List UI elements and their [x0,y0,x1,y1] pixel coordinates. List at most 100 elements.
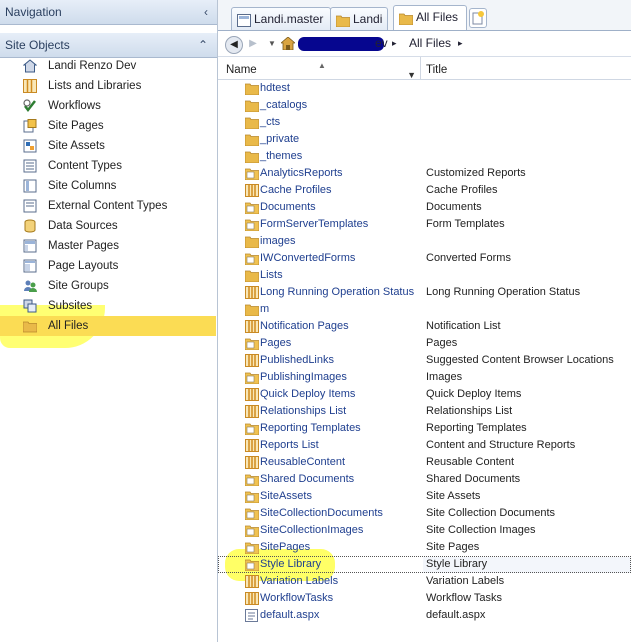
site-object-external-content-types[interactable]: External Content Types [0,196,216,216]
tab-landi[interactable]: Landi [330,7,388,30]
site-object-page-layouts[interactable]: Page Layouts [0,256,216,276]
file-row[interactable]: hdtest [218,80,631,97]
file-row[interactable]: Long Running Operation Status Long Runnin… [218,284,631,301]
file-name[interactable]: Style Library [260,556,321,573]
home-icon[interactable] [279,36,297,53]
file-name[interactable]: Long Running Operation Status [260,284,414,301]
breadcrumb-all-files[interactable]: All Files [409,31,451,56]
tab-landi-master[interactable]: Landi.master [231,7,331,30]
file-row[interactable]: Reports List Content and Structure Report… [218,437,631,454]
file-name[interactable]: Reports List [260,437,319,454]
file-name[interactable]: Shared Documents [260,471,354,488]
file-name[interactable]: Pages [260,335,291,352]
site-object-workflows[interactable]: Workflows [0,96,216,116]
file-name[interactable]: PublishingImages [260,369,347,386]
file-row[interactable]: SitePages Site Pages [218,539,631,556]
master-icon [23,239,37,253]
site-object-site-groups[interactable]: Site Groups [0,276,216,296]
file-row[interactable]: _private [218,131,631,148]
file-name[interactable]: m [260,301,269,318]
file-row[interactable]: SiteCollectionImages Site Collection Imag… [218,522,631,539]
file-name[interactable]: ReusableContent [260,454,345,471]
site-object-site-pages[interactable]: Site Pages [0,116,216,136]
file-title: Workflow Tasks [426,592,503,604]
file-row[interactable]: Variation Labels Variation Labels [218,573,631,590]
file-row[interactable]: PublishingImages Images [218,369,631,386]
file-name[interactable]: SiteAssets [260,488,312,505]
file-row[interactable]: Pages Pages [218,335,631,352]
file-row[interactable]: IWConvertedForms Converted Forms [218,250,631,267]
file-name[interactable]: _themes [260,148,302,165]
site-object-all-files[interactable]: All Files [0,316,216,336]
file-name[interactable]: SiteCollectionDocuments [260,505,383,522]
file-row[interactable]: Style Library Style Library [218,556,631,573]
breadcrumb-site[interactable]: ev [375,31,388,56]
file-name[interactable]: IWConvertedForms [260,250,355,267]
site-object-site-columns[interactable]: Site Columns [0,176,216,196]
file-name[interactable]: images [260,233,295,250]
file-row[interactable]: Notification Pages Notification List [218,318,631,335]
file-name[interactable]: SiteCollectionImages [260,522,363,539]
file-row[interactable]: FormServerTemplates Form Templates [218,216,631,233]
file-row[interactable]: Relationships List Relationships List [218,403,631,420]
file-row[interactable]: PublishedLinks Suggested Content Browser … [218,352,631,369]
file-row[interactable]: AnalyticsReports Customized Reports [218,165,631,182]
site-object-landi-renzo-dev[interactable]: Landi Renzo Dev [0,56,216,76]
site-object-label: Data Sources [48,220,118,232]
master-page-icon [237,12,251,27]
column-header-name[interactable]: ▲ Name ▼ [218,57,421,80]
file-name[interactable]: AnalyticsReports [260,165,343,182]
history-dropdown-icon[interactable]: ▼ [264,36,280,52]
new-tab-icon[interactable] [469,8,487,28]
site-object-data-sources[interactable]: Data Sources [0,216,216,236]
file-row[interactable]: _catalogs [218,97,631,114]
file-name[interactable]: Reporting Templates [260,420,361,437]
file-row[interactable]: Shared Documents Shared Documents [218,471,631,488]
forward-icon[interactable]: ▶ [245,36,261,52]
file-row[interactable]: Quick Deploy Items Quick Deploy Items [218,386,631,403]
collapse-navigation-icon[interactable]: ‹ [204,0,208,24]
file-row[interactable]: SiteCollectionDocuments Site Collection D… [218,505,631,522]
site-object-lists-and-libraries[interactable]: Lists and Libraries [0,76,216,96]
file-name[interactable]: default.aspx [260,607,319,624]
back-icon[interactable]: ◀ [225,36,243,54]
site-objects-header[interactable]: Site Objects ⌃ [0,33,217,58]
site-object-content-types[interactable]: Content Types [0,156,216,176]
site-object-master-pages[interactable]: Master Pages [0,236,216,256]
file-row[interactable]: Lists [218,267,631,284]
file-row[interactable]: _cts [218,114,631,131]
site-object-site-assets[interactable]: Site Assets [0,136,216,156]
file-row[interactable]: Cache Profiles Cache Profiles [218,182,631,199]
file-name[interactable]: _cts [260,114,280,131]
file-name[interactable]: Lists [260,267,283,284]
breadcrumb-trail-icon[interactable]: ▸ [458,31,463,56]
file-row[interactable]: Reporting Templates Reporting Templates [218,420,631,437]
file-row[interactable]: Documents Documents [218,199,631,216]
file-name[interactable]: _private [260,131,299,148]
file-name[interactable]: hdtest [260,80,290,97]
file-name[interactable]: Variation Labels [260,573,338,590]
file-name[interactable]: FormServerTemplates [260,216,368,233]
file-row[interactable]: ReusableContent Reusable Content [218,454,631,471]
file-row[interactable]: WorkflowTasks Workflow Tasks [218,590,631,607]
navigation-header[interactable]: Navigation ‹ [0,0,217,25]
file-name[interactable]: WorkflowTasks [260,590,333,607]
file-row[interactable]: images [218,233,631,250]
file-row[interactable]: SiteAssets Site Assets [218,488,631,505]
file-name[interactable]: Relationships List [260,403,346,420]
file-row[interactable]: m [218,301,631,318]
file-row[interactable]: default.aspx default.aspx [218,607,631,624]
file-name[interactable]: Documents [260,199,316,216]
file-row[interactable]: _themes [218,148,631,165]
file-name[interactable]: _catalogs [260,97,307,114]
file-name[interactable]: Cache Profiles [260,182,332,199]
subsites-icon [23,299,37,313]
tab-all-files[interactable]: All Files [393,5,467,30]
file-name[interactable]: SitePages [260,539,310,556]
file-name[interactable]: Notification Pages [260,318,349,335]
content-types-icon [23,159,37,173]
file-name[interactable]: Quick Deploy Items [260,386,355,403]
site-object-subsites[interactable]: Subsites [0,296,216,316]
collapse-site-objects-icon[interactable]: ⌃ [198,33,208,57]
file-name[interactable]: PublishedLinks [260,352,334,369]
